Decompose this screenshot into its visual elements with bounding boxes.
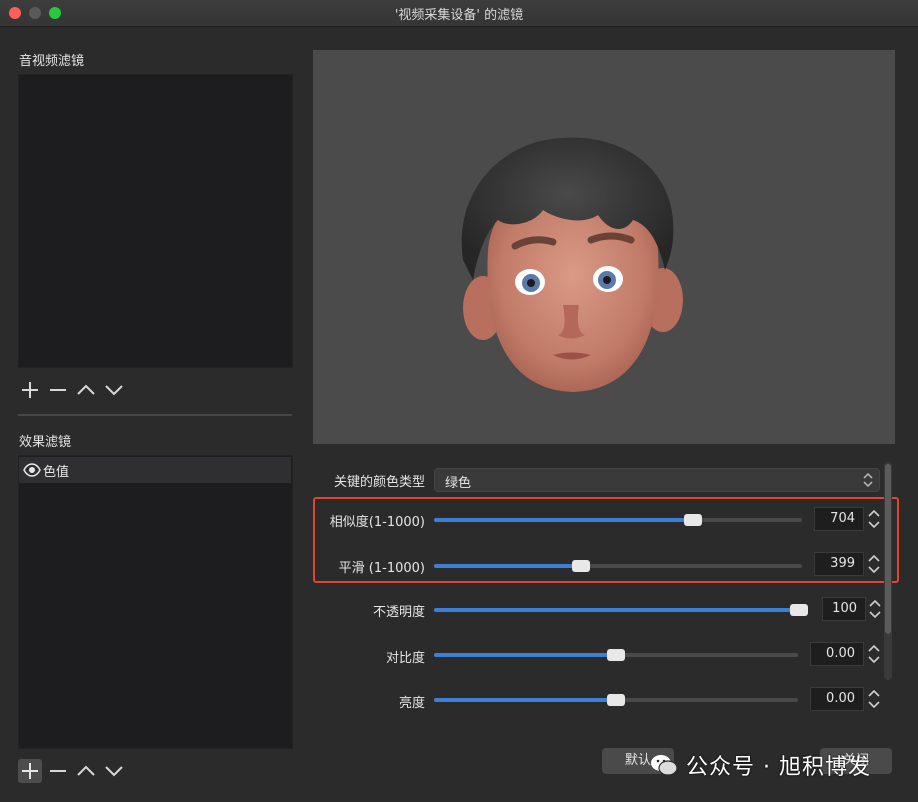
av-filters-label: 音视频滤镜 bbox=[19, 54, 85, 69]
opacity-value-field[interactable]: 100 bbox=[822, 597, 866, 621]
panel-divider[interactable] bbox=[18, 414, 292, 416]
minus-icon[interactable] bbox=[48, 761, 68, 781]
minus-icon[interactable] bbox=[48, 380, 68, 400]
brightness-value-field[interactable]: 0.00 bbox=[810, 687, 864, 711]
opacity-slider[interactable] bbox=[434, 604, 808, 616]
stepper-icon[interactable] bbox=[867, 642, 881, 666]
watermark: 公众号 · 旭积博发 bbox=[650, 748, 871, 782]
chevron-up-icon[interactable] bbox=[76, 761, 96, 781]
properties-scrollbar[interactable] bbox=[884, 462, 892, 680]
contrast-slider[interactable] bbox=[434, 649, 798, 661]
eye-icon[interactable] bbox=[23, 462, 41, 482]
scrollbar-thumb[interactable] bbox=[885, 464, 891, 634]
key-color-type-label: 关键的颜色类型 bbox=[333, 475, 425, 490]
chevron-down-icon[interactable] bbox=[104, 761, 124, 781]
list-item[interactable]: 色值 bbox=[19, 457, 291, 483]
window-title: '视频采集设备' 的滤镜 bbox=[394, 8, 524, 23]
effect-filters-label: 效果滤镜 bbox=[19, 435, 72, 450]
contrast-value-field[interactable]: 0.00 bbox=[810, 642, 864, 666]
watermark-text: 公众号 · 旭积博发 bbox=[686, 755, 871, 780]
slider-handle[interactable] bbox=[607, 694, 625, 706]
highlight-annotation bbox=[313, 497, 899, 583]
title-bar: '视频采集设备' 的滤镜 bbox=[0, 0, 918, 27]
wechat-icon bbox=[651, 755, 678, 776]
chevron-down-icon[interactable] bbox=[104, 380, 124, 400]
chevron-up-icon[interactable] bbox=[76, 380, 96, 400]
up-down-arrows-icon bbox=[863, 472, 873, 488]
plus-icon[interactable] bbox=[18, 759, 42, 783]
filter-name: 色值 bbox=[43, 465, 70, 480]
brightness-label: 亮度 bbox=[398, 696, 425, 711]
stepper-icon[interactable] bbox=[868, 597, 882, 621]
opacity-label: 不透明度 bbox=[372, 605, 425, 620]
effect-filters-list[interactable] bbox=[18, 455, 293, 749]
video-preview bbox=[313, 50, 895, 444]
slider-handle[interactable] bbox=[790, 604, 808, 616]
contrast-label: 对比度 bbox=[385, 651, 425, 666]
key-color-type-select[interactable]: 绿色 bbox=[434, 468, 880, 492]
avatar-face-image bbox=[461, 137, 683, 392]
slider-handle[interactable] bbox=[607, 649, 625, 661]
plus-icon[interactable] bbox=[20, 380, 40, 400]
stepper-icon[interactable] bbox=[867, 687, 881, 711]
brightness-slider[interactable] bbox=[434, 694, 798, 706]
av-filters-list[interactable] bbox=[18, 74, 293, 368]
